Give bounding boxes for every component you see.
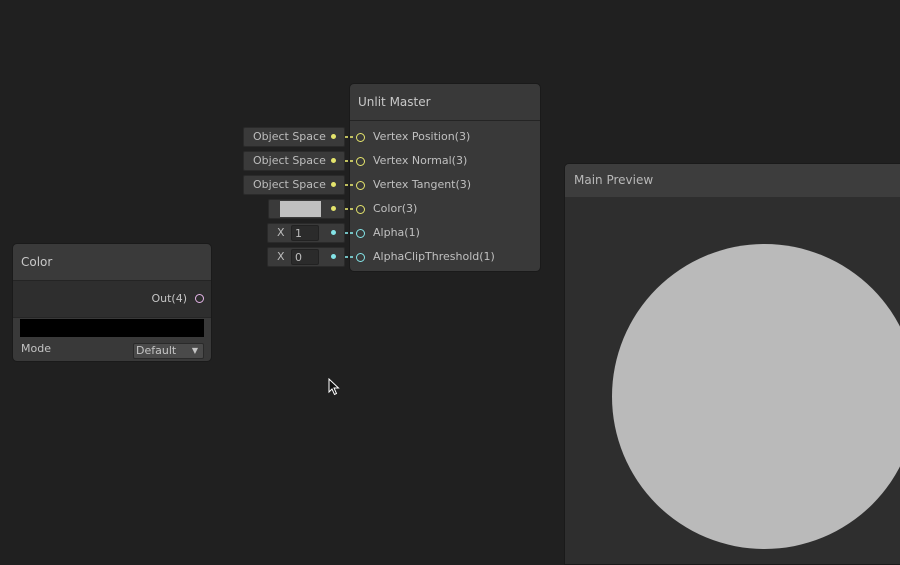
port-label: Vertex Normal(3) bbox=[373, 154, 468, 167]
color-swatch[interactable] bbox=[280, 201, 321, 217]
input-slot[interactable] bbox=[356, 253, 365, 262]
color-node[interactable]: Color Out(4) Mode Default ▼ bbox=[12, 243, 212, 362]
input-slot[interactable] bbox=[356, 157, 365, 166]
mouse-cursor-icon bbox=[328, 378, 340, 396]
node-title: Unlit Master bbox=[350, 84, 540, 121]
port-label: Vertex Position(3) bbox=[373, 130, 471, 143]
mode-value: Default bbox=[136, 344, 177, 357]
input-slot[interactable] bbox=[356, 181, 365, 190]
port-label: Color(3) bbox=[373, 202, 418, 215]
input-connector-dot bbox=[331, 206, 336, 211]
port-label: Vertex Tangent(3) bbox=[373, 178, 472, 191]
node-title: Color bbox=[13, 244, 211, 281]
space-dropdown[interactable]: Object Space bbox=[243, 127, 345, 147]
value-field[interactable]: 1 bbox=[291, 225, 319, 241]
preview-sphere bbox=[612, 244, 900, 549]
input-connector-dot bbox=[331, 158, 336, 163]
input-connector-dot bbox=[331, 230, 336, 235]
input-connector-dot bbox=[331, 254, 336, 259]
main-preview-panel[interactable]: Main Preview bbox=[564, 163, 900, 565]
output-row: Out(4) bbox=[13, 281, 211, 318]
mode-label: Mode bbox=[21, 342, 51, 355]
input-connector-dot bbox=[331, 182, 336, 187]
space-dropdown[interactable]: Object Space bbox=[243, 151, 345, 171]
input-slot[interactable] bbox=[356, 205, 365, 214]
axis-label: X bbox=[277, 250, 285, 263]
value-field[interactable]: 0 bbox=[291, 249, 319, 265]
port-label: Alpha(1) bbox=[373, 226, 420, 239]
chevron-down-icon: ▼ bbox=[191, 346, 198, 355]
output-slot[interactable] bbox=[195, 294, 204, 303]
port-label: AlphaClipThreshold(1) bbox=[373, 250, 495, 263]
color-swatch-field[interactable] bbox=[20, 319, 204, 337]
input-slot[interactable] bbox=[356, 133, 365, 142]
mode-dropdown[interactable]: Default ▼ bbox=[133, 343, 204, 359]
output-label: Out(4) bbox=[151, 292, 187, 305]
preview-title: Main Preview bbox=[565, 164, 900, 197]
input-connector-dot bbox=[331, 134, 336, 139]
space-dropdown[interactable]: Object Space bbox=[243, 175, 345, 195]
input-slot[interactable] bbox=[356, 229, 365, 238]
axis-label: X bbox=[277, 226, 285, 239]
